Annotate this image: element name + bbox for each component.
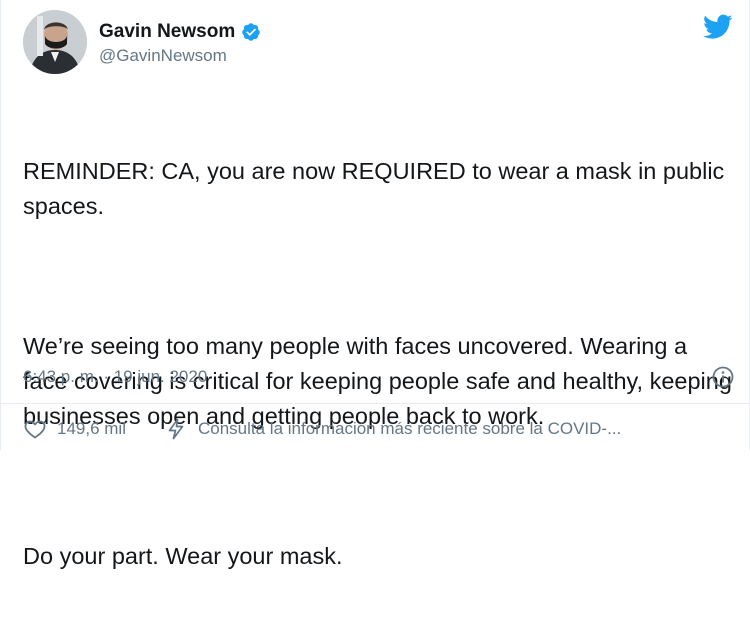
- user-info: Gavin Newsom @GavinNewsom: [99, 20, 261, 67]
- like-count: 149,6 mil: [57, 419, 126, 438]
- name-row: Gavin Newsom: [99, 20, 261, 44]
- tweet-paragraph: Do your part. Wear your mask.: [23, 543, 343, 569]
- tweet-paragraph: REMINDER: CA, you are now REQUIRED to we…: [23, 158, 731, 219]
- lightning-icon: [168, 418, 184, 440]
- covid-info-text: Consulta la información más reciente sob…: [197, 419, 622, 438]
- info-icon[interactable]: [711, 365, 735, 389]
- like-button[interactable]: 149,6 mil: [23, 417, 126, 441]
- user-handle[interactable]: @GavinNewsom: [99, 45, 261, 67]
- tweet-meta: 6:43 p. m. · 19 jun. 2020: [23, 363, 735, 391]
- tweet-timestamp[interactable]: 6:43 p. m. · 19 jun. 2020: [23, 367, 207, 387]
- twitter-bird-icon[interactable]: [703, 14, 733, 40]
- verified-badge-icon: [242, 23, 260, 41]
- user-name[interactable]: Gavin Newsom: [99, 20, 235, 44]
- avatar[interactable]: [23, 10, 87, 74]
- divider: [1, 403, 750, 404]
- tweet-actions: 149,6 mil Consulta la información más re…: [23, 414, 735, 444]
- heart-icon: [24, 420, 46, 439]
- avatar-image: [23, 10, 87, 74]
- tweet-card: Gavin Newsom @GavinNewsom REMINDER: CA, …: [0, 0, 750, 569]
- tweet-header: Gavin Newsom @GavinNewsom: [23, 10, 735, 76]
- covid-info-link[interactable]: Consulta la información más reciente sob…: [164, 417, 621, 441]
